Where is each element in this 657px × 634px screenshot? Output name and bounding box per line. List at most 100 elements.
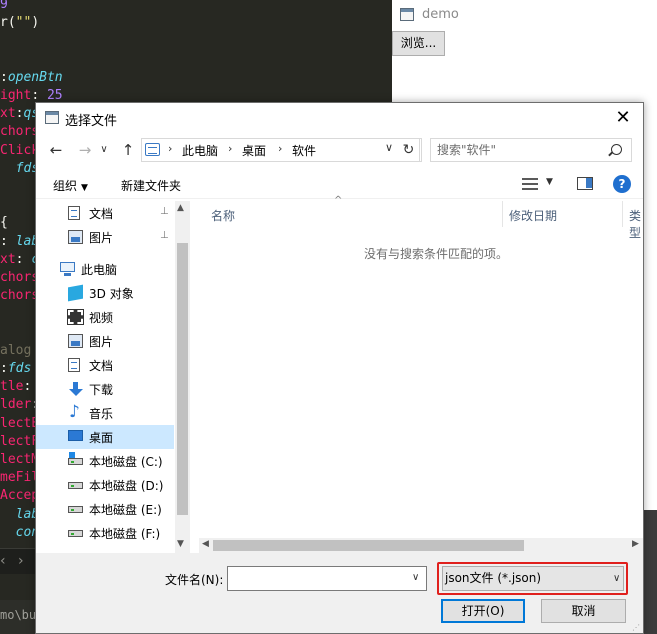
code-token: : (31, 88, 47, 103)
nav-item[interactable]: 本地磁盘 (F:) (36, 521, 174, 545)
chevron-down-icon[interactable]: ∨ (412, 572, 419, 583)
nav-item-label: 本地磁盘 (E:) (89, 503, 162, 517)
code-token: lab (0, 506, 40, 522)
code-line: 9 (0, 0, 8, 14)
code-token: fds (0, 160, 40, 176)
nav-item[interactable]: 3D 对象 (36, 281, 174, 305)
filename-input[interactable] (227, 566, 427, 591)
background-window-edge (643, 510, 657, 634)
forward-arrow-icon[interactable]: → (75, 140, 95, 160)
scroll-down-icon[interactable]: ▼ (177, 539, 184, 549)
nav-item[interactable]: 文档 (36, 353, 174, 377)
close-button[interactable]: ✕ (606, 105, 640, 131)
code-line: alog (0, 342, 31, 360)
nav-item-label: 本地磁盘 (F:) (89, 527, 161, 541)
code-token: : (23, 379, 32, 395)
column-header-date[interactable]: 修改日期 (503, 201, 623, 227)
scroll-left-icon[interactable]: ◀ (202, 539, 209, 549)
code-token: lder (0, 397, 32, 413)
view-options-icon[interactable] (522, 178, 538, 190)
code-token: : (0, 69, 8, 85)
code-line: xt: c (0, 251, 39, 269)
pin-icon[interactable]: ⊥ (160, 230, 169, 241)
nav-item[interactable]: 下载 (36, 377, 174, 401)
organize-label: 组织 (53, 179, 78, 193)
nav-item-label: 此电脑 (81, 263, 118, 277)
breadcrumb-software[interactable]: 软件 (292, 142, 316, 159)
drive-icon (68, 482, 83, 489)
search-input[interactable] (437, 142, 607, 158)
scroll-right-icon[interactable]: ▶ (632, 539, 639, 549)
nav-item-label: 图片 (89, 335, 114, 349)
code-line: con (0, 524, 40, 542)
file-type-filter[interactable]: json文件 (*.json) ∨ (442, 566, 624, 591)
filename-label: 文件名(N): (165, 573, 224, 587)
cancel-button[interactable]: 取消 (541, 599, 626, 623)
breadcrumb-desktop[interactable]: 桌面 (242, 142, 266, 159)
code-token: : (0, 233, 16, 249)
nav-item[interactable]: 本地磁盘 (D:) (36, 473, 174, 497)
drive-icon (68, 506, 83, 513)
navigation-pane-scrollbar[interactable]: ▲ ▼ (175, 201, 190, 553)
code-token: 9 (0, 0, 8, 12)
breadcrumb-separator[interactable]: › (228, 142, 232, 155)
3d-objects-icon (68, 284, 83, 302)
scrollbar-thumb[interactable] (177, 243, 188, 515)
caret-down-icon[interactable]: ▼ (546, 177, 553, 187)
code-token: r( (0, 15, 16, 31)
demo-titlebar: demo (392, 0, 657, 30)
nav-item-label: 本地磁盘 (C:) (89, 455, 163, 469)
browse-button[interactable]: 浏览... (392, 31, 445, 56)
file-list-scrollbar[interactable]: ◀ ▶ (199, 538, 643, 553)
column-header-type[interactable]: 类型 (623, 201, 643, 240)
nav-item[interactable]: 本地磁盘 (C:) (36, 449, 174, 473)
code-line: meFil (0, 469, 39, 487)
sort-ascending-icon: ^ (334, 195, 343, 206)
code-token: : (15, 251, 32, 267)
breadcrumb-separator[interactable]: › (278, 142, 282, 155)
breadcrumb-this-pc[interactable]: 此电脑 (182, 142, 218, 159)
chevron-down-icon[interactable]: ∨ (385, 141, 393, 154)
chevron-right-icon[interactable]: › (18, 553, 24, 569)
scrollbar-thumb[interactable] (213, 540, 524, 551)
open-button[interactable]: 打开(O) (441, 599, 525, 623)
code-token: fds (7, 361, 32, 376)
nav-item[interactable]: 音乐 (36, 401, 174, 425)
search-icon[interactable] (611, 144, 622, 155)
file-list: 名称 ^ 修改日期 类型 没有与搜索条件匹配的项。 (199, 195, 643, 553)
code-token: con (0, 524, 40, 540)
code-token: { (0, 215, 8, 231)
chevron-left-icon[interactable]: ‹ (0, 553, 6, 569)
nav-item[interactable]: 此电脑 (36, 257, 174, 281)
scroll-up-icon[interactable]: ▲ (177, 203, 184, 213)
code-line: chors (0, 269, 39, 287)
breadcrumb-separator[interactable]: › (168, 142, 172, 155)
resize-grip-icon[interactable]: ⋰ (632, 623, 640, 632)
refresh-icon[interactable]: ↻ (398, 138, 420, 162)
help-icon[interactable]: ? (613, 175, 631, 193)
new-folder-button[interactable]: 新建文件夹 (121, 177, 181, 194)
column-header-name[interactable]: 名称 ^ (199, 195, 503, 227)
code-token: lectF (0, 433, 40, 449)
code-token: xt (0, 106, 16, 122)
address-bar[interactable]: › 此电脑 › 桌面 › 软件 ∨ (141, 138, 422, 162)
pin-icon[interactable]: ⊥ (160, 206, 169, 217)
nav-item[interactable]: 桌面 (36, 425, 174, 449)
organize-button[interactable]: 组织 ▼ (53, 177, 88, 194)
back-arrow-icon[interactable]: ← (46, 140, 66, 160)
preview-pane-icon[interactable] (577, 177, 593, 190)
nav-item[interactable]: 图片 (36, 329, 174, 353)
nav-item[interactable]: 文档 ⊥ (36, 201, 174, 225)
recent-locations-chevron-icon[interactable]: ∨ (94, 140, 114, 160)
search-box[interactable] (430, 138, 632, 162)
up-arrow-icon[interactable]: ↑ (118, 140, 138, 160)
column-date-label: 修改日期 (509, 209, 558, 223)
nav-item[interactable]: 本地磁盘 (E:) (36, 497, 174, 521)
nav-item-label: 文档 (89, 359, 114, 373)
code-token: ight (0, 88, 32, 103)
code-line: lectE (0, 415, 39, 433)
code-line: lab (0, 506, 40, 524)
picture-icon (68, 230, 83, 244)
nav-item[interactable]: 视频 (36, 305, 174, 329)
nav-item[interactable]: 图片 ⊥ (36, 225, 174, 249)
